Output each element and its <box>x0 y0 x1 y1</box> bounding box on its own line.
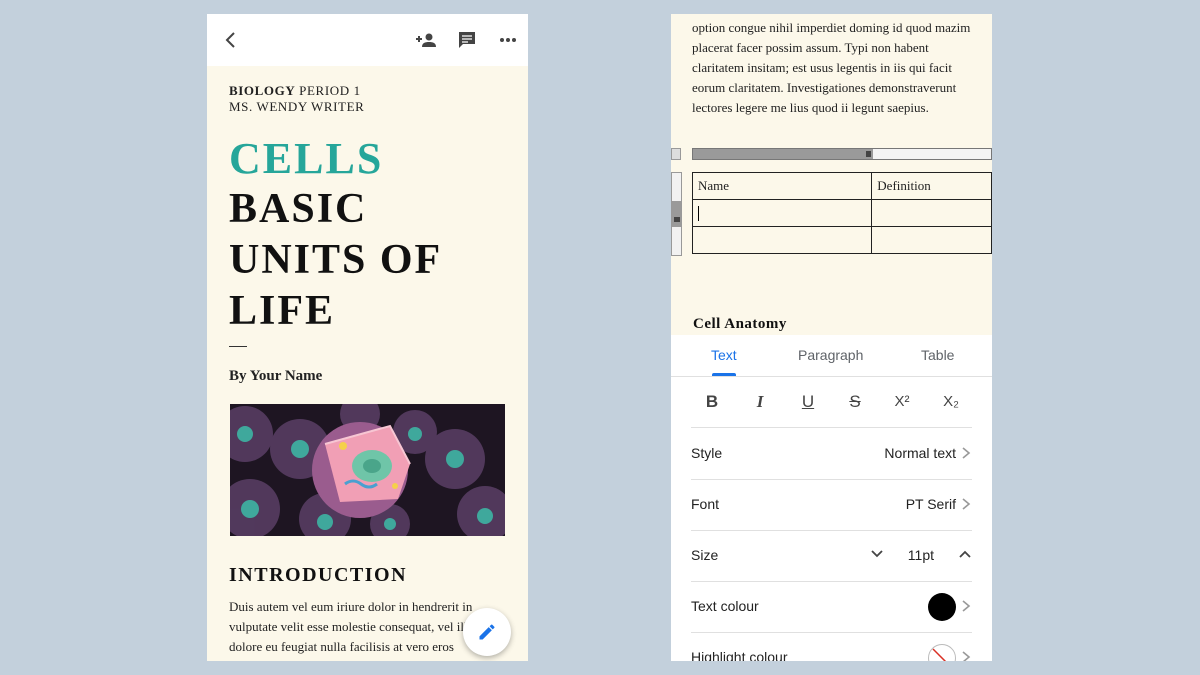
format-buttons-row: B I U S X² X₂ <box>691 377 972 428</box>
italic-button[interactable]: I <box>748 391 772 413</box>
size-value: 11pt <box>907 547 934 563</box>
ruler-row-fill <box>672 201 681 227</box>
size-row: Size 11pt <box>691 530 972 582</box>
format-panel: Text Paragraph Table B I U S X² X₂ Style… <box>671 335 992 661</box>
text-colour-swatch <box>928 593 956 621</box>
chevron-right-icon <box>962 600 971 612</box>
text-cursor <box>698 206 699 222</box>
no-colour-swatch <box>928 644 956 661</box>
superscript-button[interactable]: X² <box>890 391 914 413</box>
title-line: UNITS OF <box>229 237 443 283</box>
comment-icon[interactable] <box>455 28 479 52</box>
course-name: BIOLOGY <box>229 83 296 98</box>
active-tab-indicator <box>712 373 736 376</box>
style-row[interactable]: Style Normal text <box>691 428 972 480</box>
top-toolbar <box>207 14 528 66</box>
body-paragraph[interactable]: option congue nihil imperdiet doming id … <box>692 18 982 118</box>
title-line: LIFE <box>229 288 336 334</box>
font-row[interactable]: Font PT Serif <box>691 479 972 531</box>
edit-pencil-icon <box>479 624 495 640</box>
bold-button[interactable]: B <box>700 391 724 413</box>
font-value: PT Serif <box>905 496 956 512</box>
add-person-icon[interactable] <box>414 28 438 52</box>
title-highlight: CELLS <box>229 134 384 183</box>
table-header-cell[interactable]: Definition <box>871 172 992 200</box>
table-header-row: Name Definition <box>691 172 992 200</box>
left-phone-screen: BIOLOGY PERIOD 1 MS. WENDY WRITER CELLS … <box>207 14 528 661</box>
right-phone-screen: option congue nihil imperdiet doming id … <box>671 14 992 661</box>
row-drag-handle[interactable] <box>674 217 680 222</box>
highlight-colour-label: Highlight colour <box>691 649 788 661</box>
tab-table[interactable]: Table <box>921 347 954 363</box>
course-period: PERIOD 1 <box>295 83 361 98</box>
table-column-ruler[interactable] <box>692 148 992 160</box>
style-value: Normal text <box>884 445 956 461</box>
chevron-right-icon <box>962 651 971 661</box>
underline-button[interactable]: U <box>796 391 820 413</box>
size-label: Size <box>691 547 719 563</box>
table-row-ruler[interactable] <box>671 172 682 256</box>
chevron-right-icon <box>962 447 971 459</box>
more-horizontal-icon[interactable] <box>496 28 520 52</box>
byline: By Your Name <box>229 368 323 384</box>
format-tabs: Text Paragraph Table <box>671 335 992 377</box>
ruler-column-fill <box>693 149 873 159</box>
course-header: BIOLOGY PERIOD 1 MS. WENDY WRITER <box>229 83 364 115</box>
table-cell-active[interactable] <box>691 199 873 227</box>
table-row <box>691 226 992 254</box>
document-title: BASIC UNITS OF LIFE <box>229 184 519 337</box>
table-header-cell[interactable]: Name <box>691 172 873 200</box>
table-cell[interactable] <box>691 226 873 254</box>
cell-illustration <box>230 404 505 536</box>
ruler-drag-handle[interactable] <box>866 151 871 157</box>
tab-paragraph[interactable]: Paragraph <box>798 347 863 363</box>
back-arrow-icon[interactable] <box>219 28 243 52</box>
font-label: Font <box>691 496 720 512</box>
definition-table: Name Definition <box>691 172 992 254</box>
strikethrough-button[interactable]: S <box>843 391 867 413</box>
subscript-button[interactable]: X₂ <box>939 391 963 413</box>
title-line: BASIC <box>229 186 368 232</box>
style-label: Style <box>691 445 723 461</box>
ruler-corner <box>671 148 681 160</box>
chevron-right-icon <box>962 498 971 510</box>
tab-text[interactable]: Text <box>711 347 737 363</box>
chevron-down-icon[interactable] <box>870 547 884 561</box>
table-row <box>691 199 992 227</box>
teacher-name: MS. WENDY WRITER <box>229 99 365 114</box>
subheading: Cell Anatomy <box>693 316 787 332</box>
text-colour-row[interactable]: Text colour <box>691 581 972 633</box>
edit-button[interactable] <box>463 608 511 656</box>
highlight-colour-row[interactable]: Highlight colour <box>691 632 972 661</box>
text-colour-label: Text colour <box>691 598 759 614</box>
table-cell[interactable] <box>871 199 992 227</box>
section-heading: INTRODUCTION <box>229 564 408 586</box>
table-cell[interactable] <box>871 226 992 254</box>
chevron-up-icon[interactable] <box>958 547 972 561</box>
title-divider <box>229 346 247 347</box>
